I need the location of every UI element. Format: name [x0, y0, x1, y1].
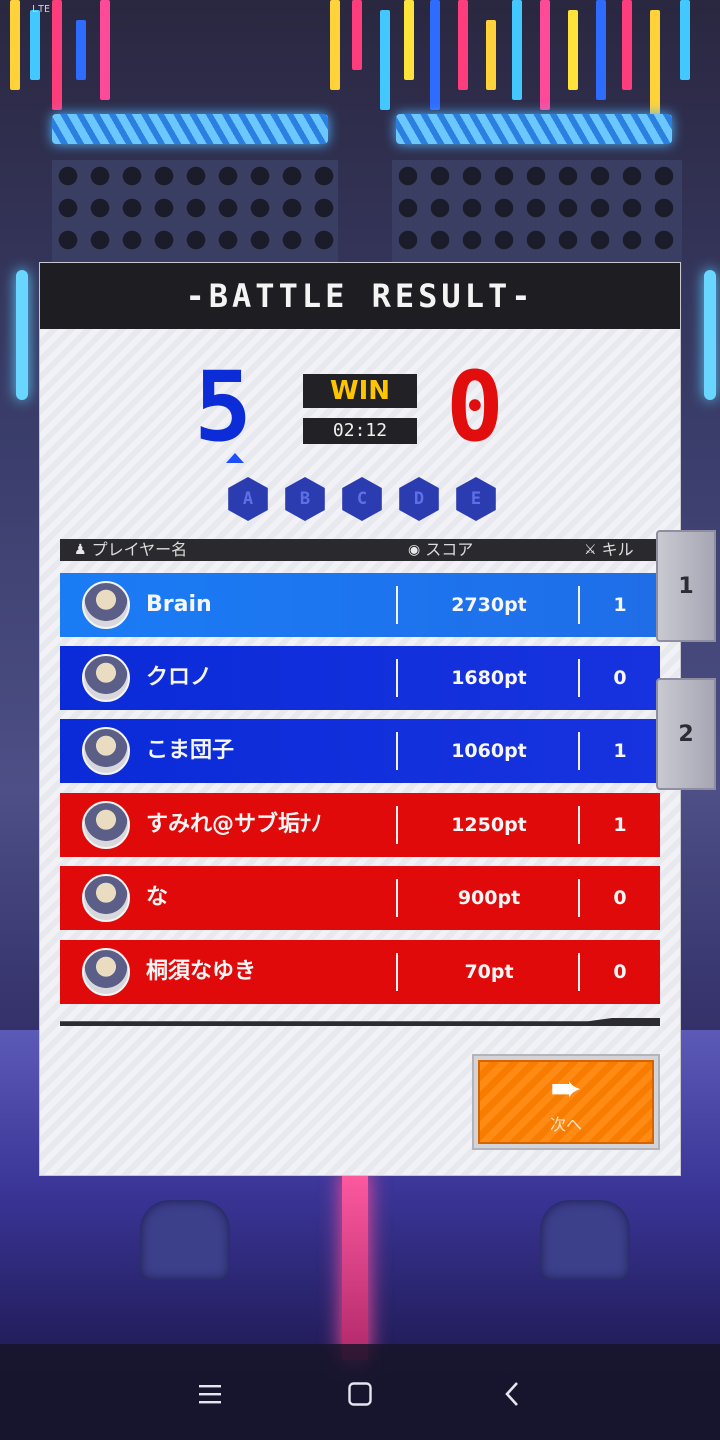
team-tab-2[interactable]: 2	[656, 678, 716, 790]
header-player: ♟ プレイヤー名	[74, 539, 187, 561]
avatar	[82, 801, 130, 849]
header-kill-label: キル	[601, 540, 634, 559]
player-score: 1680pt	[451, 667, 527, 689]
kill-icon: ⚔	[584, 542, 597, 558]
match-time: 02:12	[303, 418, 417, 444]
next-button[interactable]: ➨ 次へ	[472, 1054, 660, 1150]
system-navigation-bar	[0, 1344, 720, 1440]
avatar	[82, 581, 130, 629]
player-name: すみれ@サブ垢ﾅﾉ	[146, 812, 323, 837]
avatar	[82, 654, 130, 702]
header-player-label: プレイヤー名	[91, 540, 188, 559]
round-hex-icon: B	[285, 477, 325, 521]
team-tab-1[interactable]: 1	[656, 530, 716, 642]
round-indicators: A B C D E	[226, 477, 498, 521]
round-hex-icon: E	[456, 477, 496, 521]
player-row[interactable]: Brain 2730pt 1	[60, 573, 660, 637]
avatar	[82, 948, 130, 996]
panel-title: -BATTLE RESULT-	[185, 277, 535, 315]
player-kills: 0	[613, 887, 627, 909]
status-bar: LTE	[32, 4, 51, 15]
player-name: 桐須なゆき	[146, 959, 257, 984]
player-row[interactable]: クロノ 1680pt 0	[60, 646, 660, 710]
table-header: ♟ プレイヤー名 ◉ スコア ⚔ キル	[60, 539, 660, 561]
header-score: ◉ スコア	[408, 539, 473, 561]
player-row[interactable]: な 900pt 0	[60, 866, 660, 930]
player-name: クロノ	[146, 665, 213, 690]
player-name: こま団子	[146, 738, 235, 763]
player-row[interactable]: すみれ@サブ垢ﾅﾉ 1250pt 1	[60, 793, 660, 857]
person-icon: ♟	[74, 542, 87, 558]
next-button-face[interactable]: ➨ 次へ	[478, 1060, 654, 1144]
red-team-score: 0	[446, 351, 504, 463]
panel-header: -BATTLE RESULT-	[40, 263, 680, 329]
player-row[interactable]: こま団子 1060pt 1	[60, 719, 660, 783]
player-name: Brain	[146, 592, 212, 617]
own-team-marker-icon	[226, 453, 244, 463]
player-score: 2730pt	[451, 594, 527, 616]
table-bottom-bar	[60, 1018, 660, 1026]
player-score: 1060pt	[451, 740, 527, 762]
round-hex-icon: D	[399, 477, 439, 521]
player-kills: 1	[613, 740, 627, 762]
player-kills: 0	[613, 667, 627, 689]
home-icon[interactable]	[340, 1374, 380, 1414]
header-kill: ⚔ キル	[584, 539, 634, 561]
player-kills: 1	[613, 814, 627, 836]
battle-result-panel: -BATTLE RESULT- 5 WIN 02:12 0 A B C D E …	[40, 263, 680, 1175]
medal-icon: ◉	[408, 542, 421, 558]
next-button-label: 次へ	[549, 1115, 582, 1134]
avatar	[82, 874, 130, 922]
avatar	[82, 727, 130, 775]
player-name: な	[146, 885, 169, 910]
header-score-label: スコア	[425, 540, 474, 559]
player-score: 70pt	[464, 961, 514, 983]
round-hex-icon: C	[342, 477, 382, 521]
back-icon[interactable]	[492, 1374, 532, 1414]
round-hex-icon: A	[228, 477, 268, 521]
player-score: 1250pt	[451, 814, 527, 836]
menu-icon[interactable]	[190, 1374, 230, 1414]
player-score: 900pt	[457, 887, 521, 909]
player-kills: 1	[613, 594, 627, 616]
player-row[interactable]: 桐須なゆき 70pt 0	[60, 940, 660, 1004]
player-kills: 0	[613, 961, 627, 983]
arrow-right-icon: ➨	[550, 1066, 582, 1110]
blue-team-score: 5	[194, 351, 252, 463]
result-badge: WIN	[303, 374, 417, 408]
